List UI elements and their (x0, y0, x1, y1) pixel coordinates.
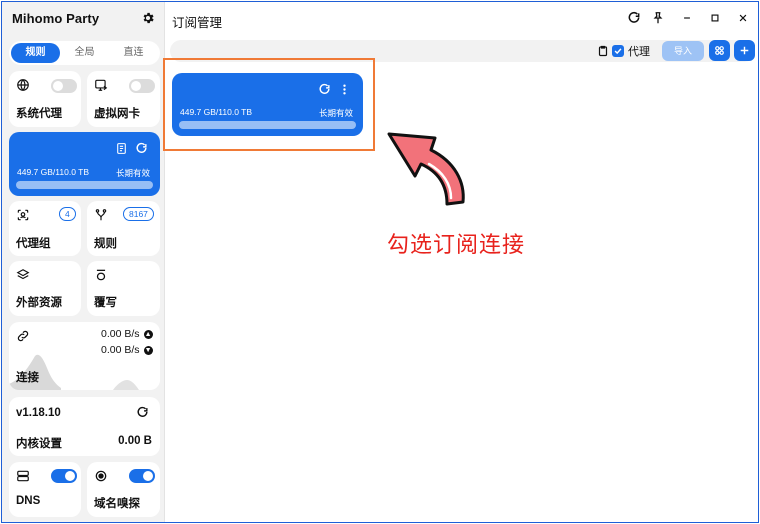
highlight-box (163, 58, 375, 151)
mode-tabs: 规则 全局 直连 (9, 41, 160, 65)
open-substore-button[interactable] (709, 40, 730, 61)
layers-icon (16, 269, 30, 280)
system-proxy-toggle[interactable] (51, 79, 77, 93)
external-resources-card[interactable]: 外部资源 (9, 261, 81, 316)
tab-direct-mode[interactable]: 直连 (109, 43, 158, 63)
core-settings-label: 内核设置 (16, 438, 62, 450)
system-proxy-card[interactable]: 系统代理 (9, 71, 81, 127)
proxy-groups-label: 代理组 (16, 238, 51, 250)
cpu-server-icon (17, 470, 29, 482)
maximize-icon[interactable] (708, 11, 722, 25)
annotation-arrow-icon (387, 132, 465, 206)
fork-icon (95, 209, 107, 221)
override-label: 覆写 (94, 297, 117, 309)
pin-icon[interactable] (651, 11, 665, 25)
gear-icon[interactable] (141, 11, 155, 25)
app-title: Mihomo Party (12, 11, 100, 26)
override-card[interactable]: 覆写 (87, 261, 160, 316)
main-content: 订阅管理 代理 导入 449.7 GB/110.0 TB 长期有效 勾选订阅连接 (163, 2, 758, 522)
core-card[interactable]: v1.18.10 内核设置 0.00 B (9, 397, 160, 456)
sniff-toggle[interactable] (129, 469, 155, 483)
checkbox-checked[interactable] (612, 45, 624, 57)
minimize-icon[interactable] (680, 11, 694, 25)
sniff-label: 域名嗅探 (94, 498, 140, 510)
globe-icon (17, 79, 29, 91)
app-window: Mihomo Party 规则 全局 直连 系统代理 虚拟网卡 449.7 GB… (1, 1, 759, 523)
core-version: v1.18.10 (16, 407, 61, 419)
sniff-card[interactable]: 域名嗅探 (87, 462, 160, 517)
use-proxy-label: 代理 (628, 46, 650, 58)
dns-label: DNS (16, 495, 41, 507)
page-title: 订阅管理 (172, 16, 223, 30)
grid-icon (715, 46, 724, 55)
core-memory: 0.00 B (118, 435, 152, 447)
import-button[interactable]: 导入 (662, 41, 704, 61)
rules-card[interactable]: 8167 规则 (87, 201, 160, 256)
close-icon[interactable] (736, 11, 750, 25)
subscription-expiry: 长期有效 (116, 168, 151, 178)
rules-count: 8167 (123, 207, 154, 221)
tun-toggle[interactable] (129, 79, 155, 93)
tun-label: 虚拟网卡 (94, 108, 140, 120)
add-subscription-button[interactable] (734, 40, 755, 61)
use-proxy-checkbox[interactable]: 代理 (612, 43, 650, 59)
connections-card[interactable]: 0.00 B/s ▲ 0.00 B/s ▼ 连接 (9, 322, 160, 390)
dns-card[interactable]: DNS (9, 462, 81, 517)
refresh-icon[interactable] (627, 11, 641, 25)
proxy-groups-card[interactable]: 4 代理组 (9, 201, 81, 256)
sidebar: Mihomo Party 规则 全局 直连 系统代理 虚拟网卡 449.7 GB… (2, 2, 165, 522)
dns-toggle[interactable] (51, 469, 77, 483)
plus-icon (740, 46, 749, 55)
tab-rule-mode[interactable]: 规则 (11, 43, 60, 63)
tun-card[interactable]: 虚拟网卡 (87, 71, 160, 127)
virtual-nic-icon (95, 79, 108, 91)
sniff-icon (95, 470, 107, 482)
subscription-usage-bar (16, 181, 153, 189)
sidebar-subscription-card[interactable]: 449.7 GB/110.0 TB 长期有效 (9, 132, 160, 196)
proxy-group-icon (17, 209, 29, 221)
subscription-traffic: 449.7 GB/110.0 TB (17, 167, 89, 177)
annotation-text: 勾选订阅连接 (387, 233, 526, 258)
refresh-icon[interactable] (135, 142, 148, 155)
override-icon (96, 269, 106, 281)
rules-label: 规则 (94, 238, 117, 250)
tab-global-mode[interactable]: 全局 (60, 43, 109, 63)
external-resources-label: 外部资源 (16, 297, 62, 309)
connections-label: 连接 (16, 372, 39, 384)
proxy-groups-count: 4 (59, 207, 76, 221)
core-refresh-icon[interactable] (136, 406, 149, 419)
clipboard-icon[interactable] (597, 45, 609, 57)
system-proxy-label: 系统代理 (16, 108, 62, 120)
document-icon[interactable] (115, 142, 128, 155)
